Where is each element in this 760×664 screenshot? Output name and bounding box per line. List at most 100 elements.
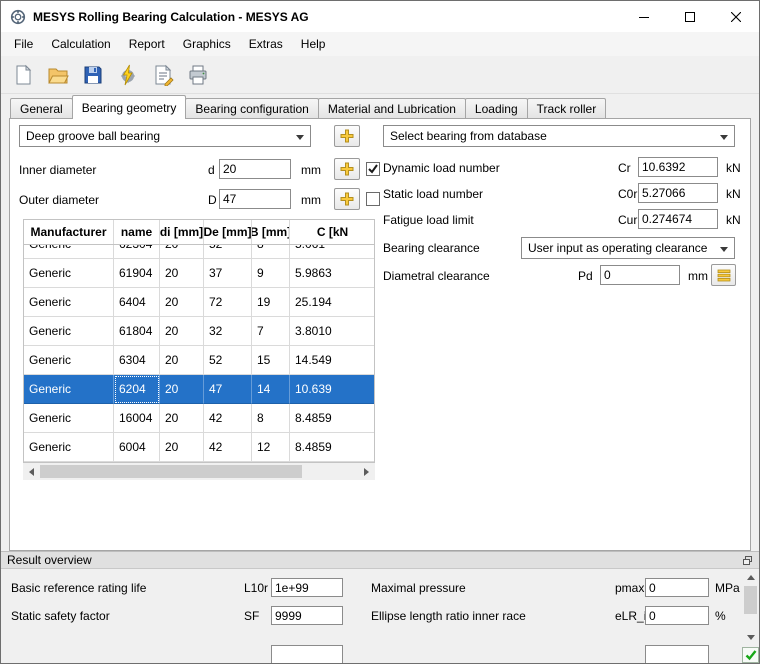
partial-result-input[interactable] [645, 645, 709, 663]
menu-file[interactable]: File [5, 32, 42, 56]
result-input[interactable] [271, 606, 343, 625]
table-cell: 42 [204, 433, 252, 462]
column-header-5[interactable]: C [kN [290, 220, 375, 244]
table-cell: Generic [24, 317, 114, 346]
table-cell: 42 [204, 404, 252, 433]
status-ok-indicator [742, 647, 759, 663]
table-cell: 3.8010 [290, 317, 375, 346]
table-cell: 20 [160, 259, 204, 288]
field-label-0: Dynamic load number [383, 161, 500, 175]
field-input-2[interactable] [638, 209, 718, 229]
scroll-left-button[interactable] [23, 463, 40, 480]
table-row[interactable]: Generic16004204288.4859 [24, 404, 374, 433]
inner-diameter-input[interactable] [219, 159, 291, 179]
column-header-0[interactable]: Manufacturer [24, 220, 114, 244]
calculate-icon [117, 64, 139, 86]
table-row[interactable]: Generic62304205285.061 [24, 245, 374, 259]
scroll-up-button[interactable] [742, 569, 759, 586]
result-unit: MPa [715, 581, 740, 595]
new-document-button[interactable] [8, 60, 38, 90]
clearance-options-button[interactable] [711, 264, 736, 286]
add-bearing-type-button[interactable] [334, 125, 360, 147]
tab-bar: GeneralBearing geometryBearing configura… [1, 94, 759, 118]
table-cell: 19 [252, 288, 290, 317]
table-cell: Generic [24, 433, 114, 462]
field-input-1[interactable] [638, 183, 718, 203]
table-cell: 10.639 [290, 375, 375, 404]
result-label: Basic reference rating life [11, 581, 146, 595]
menu-help[interactable]: Help [292, 32, 335, 56]
table-row[interactable]: Generic61804203273.8010 [24, 317, 374, 346]
tab-bearing-configuration[interactable]: Bearing configuration [185, 98, 318, 118]
result-label: Static safety factor [11, 609, 110, 623]
diametral-clearance-input[interactable] [600, 265, 680, 285]
app-window: MESYS Rolling Bearing Calculation - MESY… [0, 0, 760, 664]
bearing-clearance-select[interactable]: User input as operating clearance [521, 237, 735, 259]
tab-material-and-lubrication[interactable]: Material and Lubrication [318, 98, 466, 118]
add-inner-diameter-button[interactable] [334, 158, 360, 180]
table-cell: 5.061 [290, 245, 375, 259]
bearing-table-header: Manufacturernamedi [mm]De [mm]B [mm]C [k… [23, 219, 375, 245]
tab-general[interactable]: General [10, 98, 73, 118]
bearing-table: Manufacturernamedi [mm]De [mm]B [mm]C [k… [23, 219, 375, 463]
tab-loading[interactable]: Loading [465, 98, 528, 118]
table-row[interactable]: Generic630420521514.549 [24, 346, 374, 375]
result-input[interactable] [271, 578, 343, 597]
arrow-up-icon [747, 575, 755, 580]
partial-result-input[interactable] [271, 645, 343, 663]
bearing-table-body[interactable]: Generic62304205285.061Generic61904203795… [23, 245, 375, 463]
column-header-2[interactable]: di [mm] [160, 220, 204, 244]
inner-diameter-checkbox[interactable] [366, 162, 380, 176]
vertical-scroll-thumb[interactable] [744, 586, 757, 614]
scroll-down-button[interactable] [742, 629, 759, 646]
result-vertical-scrollbar[interactable] [742, 569, 759, 646]
menu-calculation[interactable]: Calculation [42, 32, 119, 56]
minimize-button[interactable] [621, 1, 667, 32]
table-row[interactable]: Generic61904203795.9863 [24, 259, 374, 288]
table-row[interactable]: Generic640420721925.194 [24, 288, 374, 317]
table-cell: 14.549 [290, 346, 375, 375]
table-row[interactable]: Generic620420471410.639 [24, 375, 374, 404]
column-header-3[interactable]: De [mm] [204, 220, 252, 244]
result-symbol: SF [244, 609, 259, 623]
menu-graphics[interactable]: Graphics [174, 32, 240, 56]
table-cell: 6204 [114, 375, 160, 404]
green-check-icon [745, 649, 757, 661]
field-input-0[interactable] [638, 157, 718, 177]
outer-diameter-input[interactable] [219, 189, 291, 209]
save-floppy-icon [82, 64, 104, 86]
scroll-right-button[interactable] [358, 463, 375, 480]
outer-diameter-checkbox[interactable] [366, 192, 380, 206]
close-button[interactable] [713, 1, 759, 32]
open-file-button[interactable] [43, 60, 73, 90]
menu-extras[interactable]: Extras [240, 32, 292, 56]
result-input[interactable] [645, 606, 709, 625]
table-cell: 15 [252, 346, 290, 375]
report-button[interactable] [148, 60, 178, 90]
maximize-button[interactable] [667, 1, 713, 32]
column-header-4[interactable]: B [mm] [252, 220, 290, 244]
horizontal-scroll-thumb[interactable] [40, 465, 302, 478]
app-bearing-icon [10, 9, 26, 25]
table-row[interactable]: Generic60042042128.4859 [24, 433, 374, 462]
table-cell: 20 [160, 433, 204, 462]
title-bar: MESYS Rolling Bearing Calculation - MESY… [1, 1, 759, 32]
column-header-1[interactable]: name [114, 220, 160, 244]
field-symbol-0: Cr [618, 161, 631, 175]
print-button[interactable] [183, 60, 213, 90]
table-cell: 12 [252, 433, 290, 462]
table-cell: Generic [24, 245, 114, 259]
calculate-button[interactable] [113, 60, 143, 90]
report-icon [152, 64, 174, 86]
add-outer-diameter-button[interactable] [334, 188, 360, 210]
table-horizontal-scrollbar[interactable] [23, 463, 375, 480]
tab-bearing-geometry[interactable]: Bearing geometry [72, 95, 187, 119]
plus-icon [339, 161, 355, 177]
result-input[interactable] [645, 578, 709, 597]
save-button[interactable] [78, 60, 108, 90]
tab-track-roller[interactable]: Track roller [527, 98, 607, 118]
menu-report[interactable]: Report [120, 32, 174, 56]
undock-icon[interactable] [742, 555, 753, 566]
bearing-type-select[interactable]: Deep groove ball bearing [19, 125, 311, 147]
database-select[interactable]: Select bearing from database [383, 125, 735, 147]
